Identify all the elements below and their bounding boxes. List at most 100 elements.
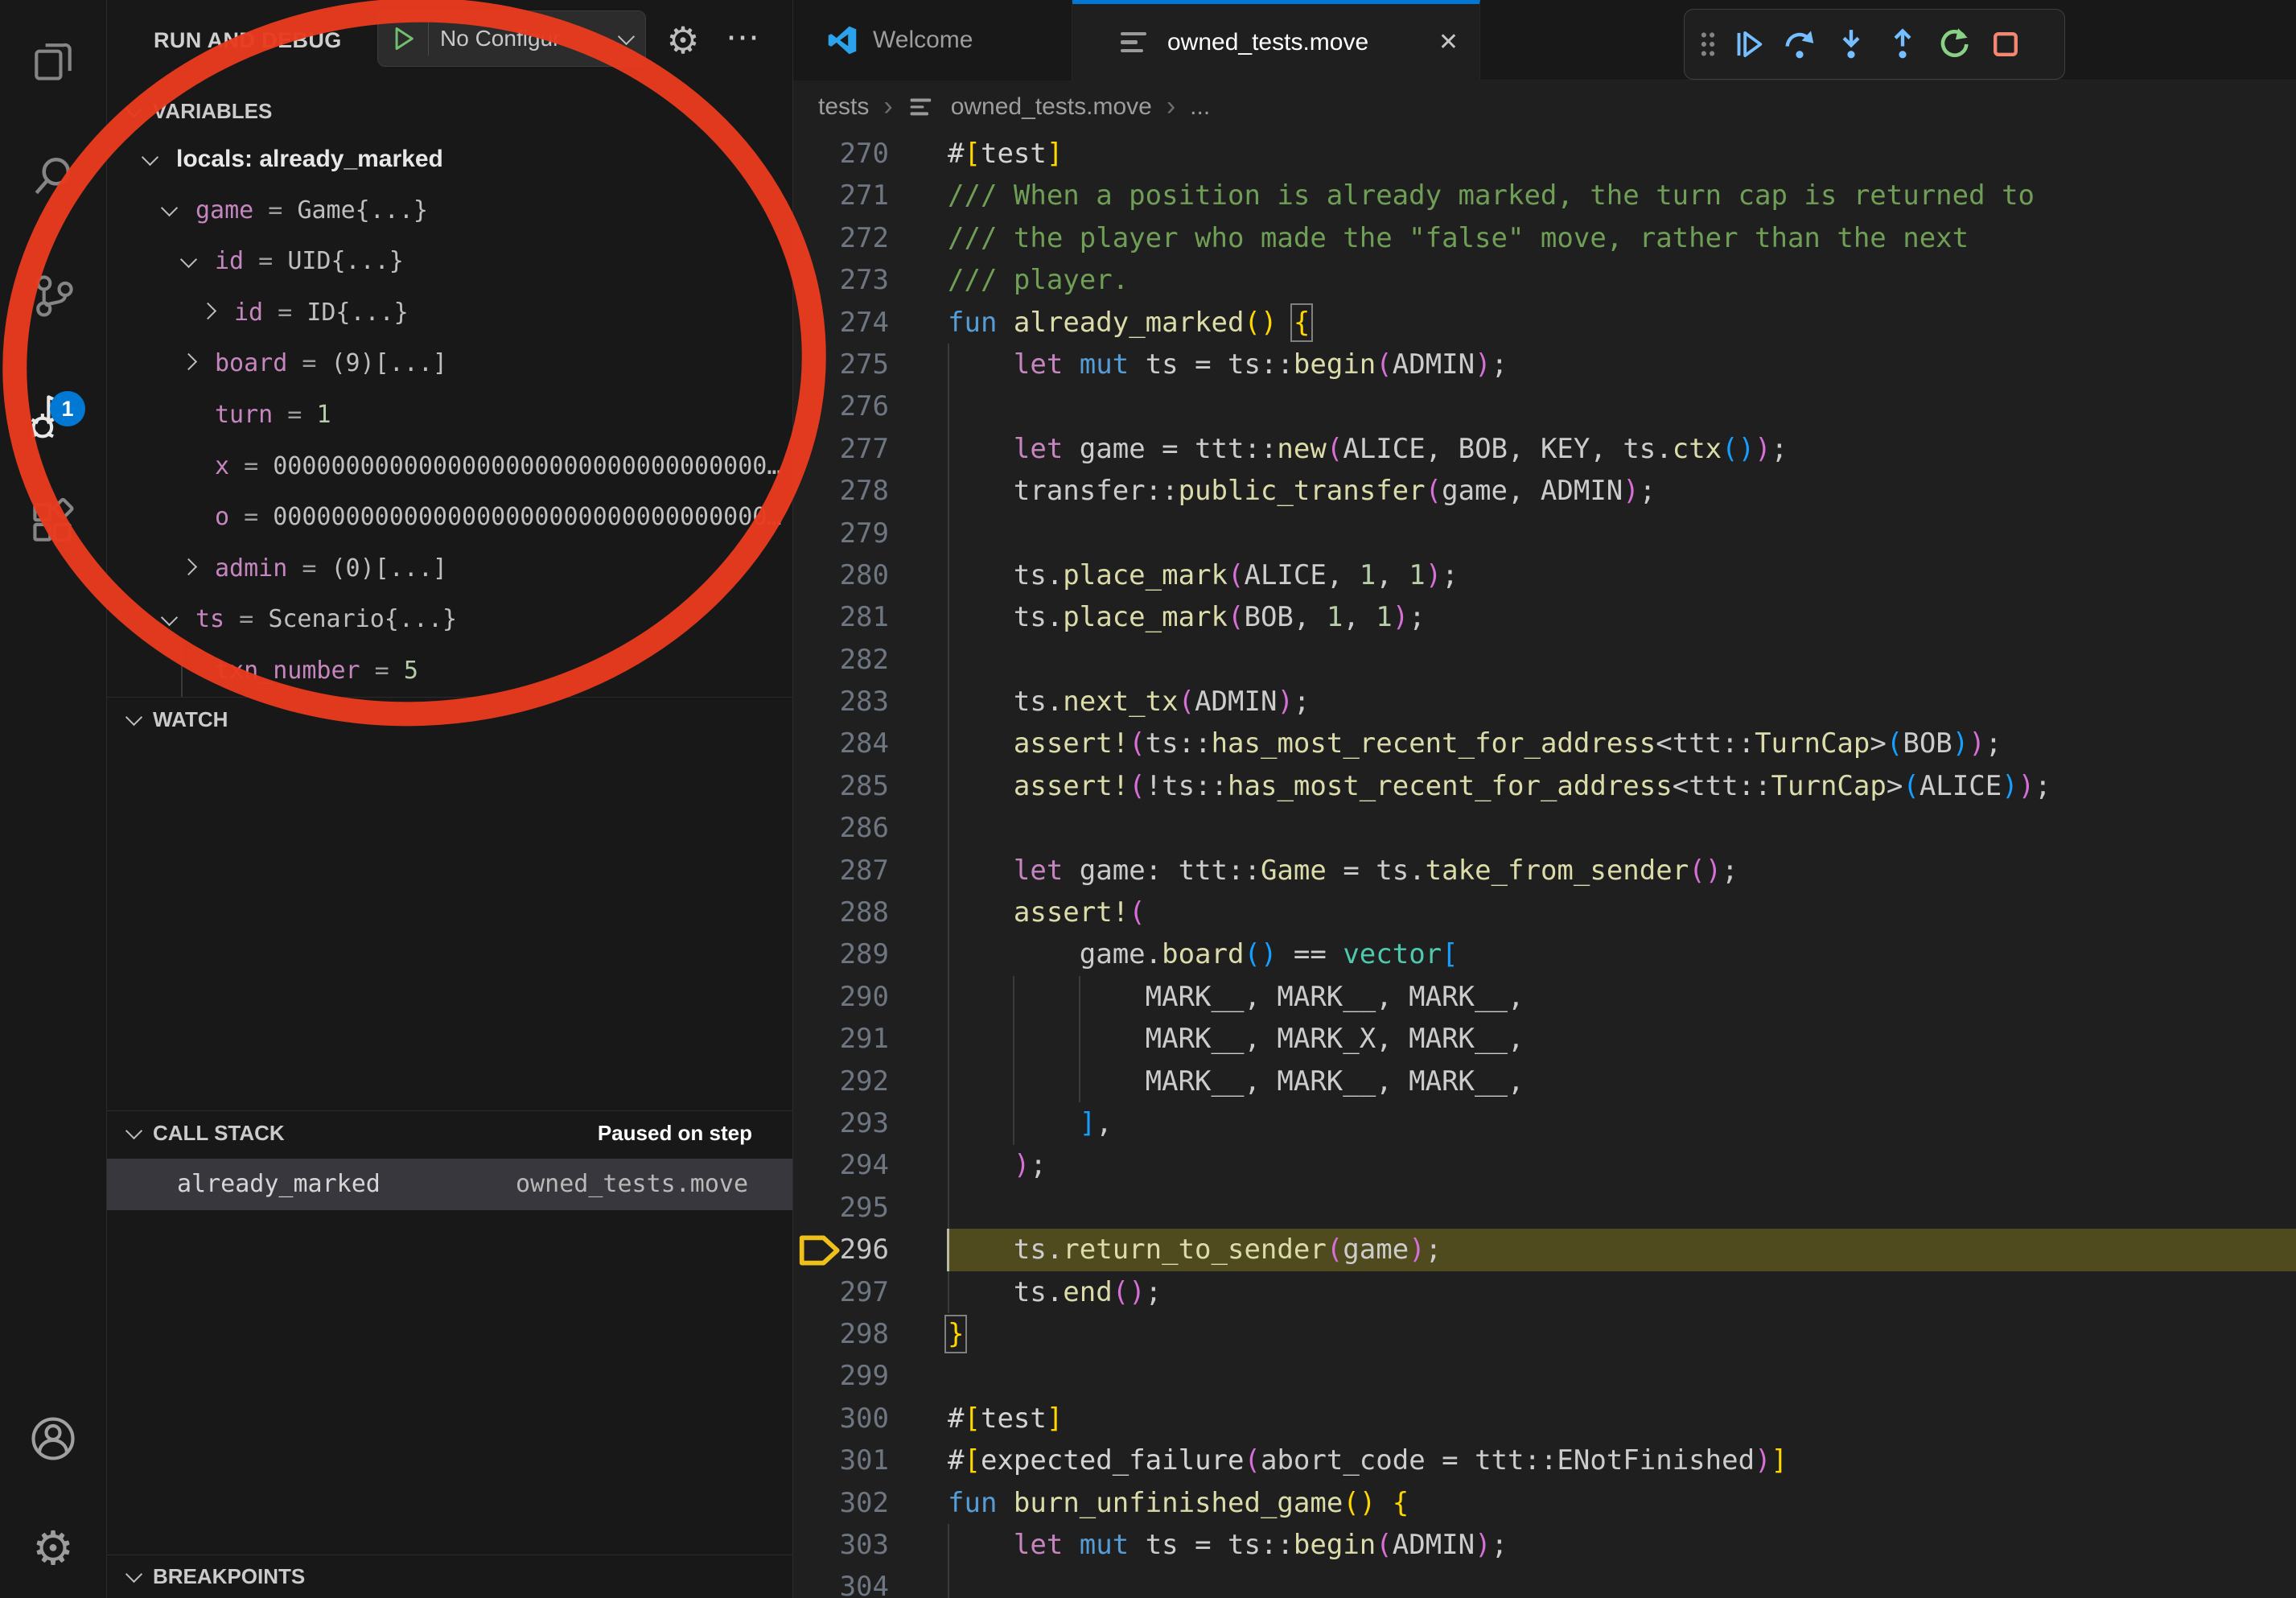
close-tab-icon[interactable]: ✕ [1438,28,1459,56]
variables-section-header[interactable]: VARIABLES [107,89,792,134]
code-text: let game: ttt::Game = ts.take_from_sende… [948,850,2296,892]
code-text: assert!( [948,892,2296,933]
breadcrumb-symbol[interactable]: ... [1190,93,1210,121]
code-line[interactable]: 278 transfer::public_transfer(game, ADMI… [792,470,2296,512]
line-number: 272 [792,217,889,259]
extensions-icon[interactable] [27,497,79,549]
code-line[interactable]: 279 [792,513,2296,554]
line-number: 299 [792,1355,889,1397]
code-line[interactable]: 299 [792,1355,2296,1397]
variable-scope-row[interactable]: locals: already_marked [107,134,792,185]
variable-row-id[interactable]: id = ID{...} [107,287,792,339]
call-stack-frame-row[interactable]: already_marked owned_tests.move [107,1159,792,1210]
code-line[interactable]: 282 [792,639,2296,681]
code-line-current[interactable]: 296 ts.return_to_sender(game); [792,1229,2296,1271]
step-out-button[interactable] [1879,16,1926,72]
source-control-icon[interactable] [27,270,79,321]
call-stack-section-header[interactable]: CALL STACK Paused on step [107,1110,792,1155]
code-line[interactable]: 287 let game: ttt::Game = ts.take_from_s… [792,850,2296,892]
account-icon[interactable] [27,1413,79,1464]
code-line[interactable]: 272/// the player who made the "false" m… [792,217,2296,259]
code-line[interactable]: 293 ], [792,1102,2296,1144]
code-line[interactable]: 304 [792,1566,2296,1598]
code-line[interactable]: 294 ); [792,1144,2296,1186]
chevron-right-icon[interactable] [180,353,197,370]
tab-owned-tests[interactable]: owned_tests.move ✕ [1072,0,1480,80]
code-line[interactable]: 280 ts.place_mark(ALICE, 1, 1); [792,554,2296,596]
code-line[interactable]: 281 ts.place_mark(BOB, 1, 1); [792,596,2296,638]
code-line[interactable]: 295 [792,1187,2296,1229]
code-line[interactable]: 286 [792,807,2296,849]
frame-file: owned_tests.move [516,1159,748,1210]
variable-value: (0)[...] [331,554,448,583]
code-line[interactable]: 291 MARK__, MARK_X, MARK__, [792,1018,2296,1060]
code-line[interactable]: 275 let mut ts = ts::begin(ADMIN); [792,344,2296,385]
variable-name: o [215,503,229,531]
code-line[interactable]: 277 let game = ttt::new(ALICE, BOB, KEY,… [792,428,2296,470]
launch-configuration-dropdown[interactable]: No Configur [377,10,646,67]
code-line[interactable]: 303 let mut ts = ts::begin(ADMIN); [792,1524,2296,1566]
code-line[interactable]: 297 ts.end(); [792,1271,2296,1313]
variable-row-admin[interactable]: admin = (0)[...] [107,543,792,595]
run-and-debug-sidebar: RUN AND DEBUG No Configur ⚙ ⋯ VARIABLES … [107,0,793,1598]
chevron-down-icon[interactable] [161,200,178,216]
breakpoints-section-header[interactable]: BREAKPOINTS [107,1555,792,1598]
indent-guide-current [947,1229,949,1271]
explorer-icon[interactable] [27,35,79,86]
code-line[interactable]: 288 assert!( [792,892,2296,933]
code-line[interactable]: 271/// When a position is already marked… [792,175,2296,216]
variable-row-x[interactable]: x = 0000000000000000000000000000000000… [107,441,792,492]
variable-row-turn[interactable]: turn = 1 [107,389,792,441]
variable-row-board[interactable]: board = (9)[...] [107,338,792,389]
code-editor[interactable]: 270#[test]271/// When a position is alre… [792,133,2296,1598]
gear-icon[interactable]: ⚙ [660,0,706,80]
variable-row-txn_number[interactable]: txn_number = 5 [107,645,792,697]
toolbar-drag-grip[interactable] [1696,16,1720,72]
chevron-right-icon[interactable] [200,302,216,319]
variable-row-game[interactable]: game = Game{...} [107,185,792,237]
step-into-button[interactable] [1828,16,1874,72]
tab-owned-tests-label: owned_tests.move [1167,29,1368,56]
code-line[interactable]: 298} [792,1313,2296,1355]
stop-button[interactable] [1982,16,2029,72]
code-line[interactable]: 283 ts.next_tx(ADMIN); [792,681,2296,723]
more-actions-icon[interactable]: ⋯ [720,0,765,80]
code-line[interactable]: 270#[test] [792,133,2296,175]
code-text: MARK__, MARK__, MARK__, [948,1061,2296,1102]
variable-row-id[interactable]: id = UID{...} [107,236,792,287]
chevron-down-icon[interactable] [161,609,178,626]
variable-row-ts[interactable]: ts = Scenario{...} [107,594,792,645]
code-line[interactable]: 290 MARK__, MARK__, MARK__, [792,976,2296,1018]
code-line[interactable]: 276 [792,385,2296,427]
tab-welcome[interactable]: Welcome [792,0,1072,80]
equals-sign: = [263,299,307,327]
watch-section-header[interactable]: WATCH [107,697,792,742]
breadcrumb-file[interactable]: owned_tests.move [951,93,1152,121]
code-line[interactable]: 300#[test] [792,1398,2296,1439]
line-number: 294 [792,1144,889,1186]
breadcrumb-folder[interactable]: tests [818,93,869,121]
configuration-label: No Configur [429,26,620,51]
code-line[interactable]: 301#[expected_failure(abort_code = ttt::… [792,1439,2296,1481]
variable-row-o[interactable]: o = 0000000000000000000000000000000000… [107,492,792,543]
code-line[interactable]: 289 game.board() == vector[ [792,933,2296,975]
chevron-right-icon[interactable] [180,558,197,575]
step-over-button[interactable] [1776,16,1823,72]
scope-label: locals: already_marked [176,146,443,172]
code-line[interactable]: 285 assert!(!ts::has_most_recent_for_add… [792,765,2296,807]
code-line[interactable]: 292 MARK__, MARK__, MARK__, [792,1061,2296,1102]
code-line[interactable]: 273/// player. [792,259,2296,301]
restart-button[interactable] [1931,16,1977,72]
chevron-down-icon[interactable] [180,251,197,268]
start-debug-icon[interactable] [378,25,428,52]
code-line[interactable]: 284 assert!(ts::has_most_recent_for_addr… [792,723,2296,764]
settings-gear-icon[interactable]: ⚙ [0,1523,106,1575]
variable-value: 5 [404,657,418,685]
continue-button[interactable] [1725,16,1771,72]
line-number: 281 [792,596,889,638]
code-line[interactable]: 302fun burn_unfinished_game() { [792,1482,2296,1524]
search-icon[interactable] [27,150,79,202]
code-text: ts.place_mark(BOB, 1, 1); [948,596,2296,638]
chevron-down-icon[interactable] [142,149,158,166]
code-line[interactable]: 274fun already_marked() { [792,302,2296,344]
